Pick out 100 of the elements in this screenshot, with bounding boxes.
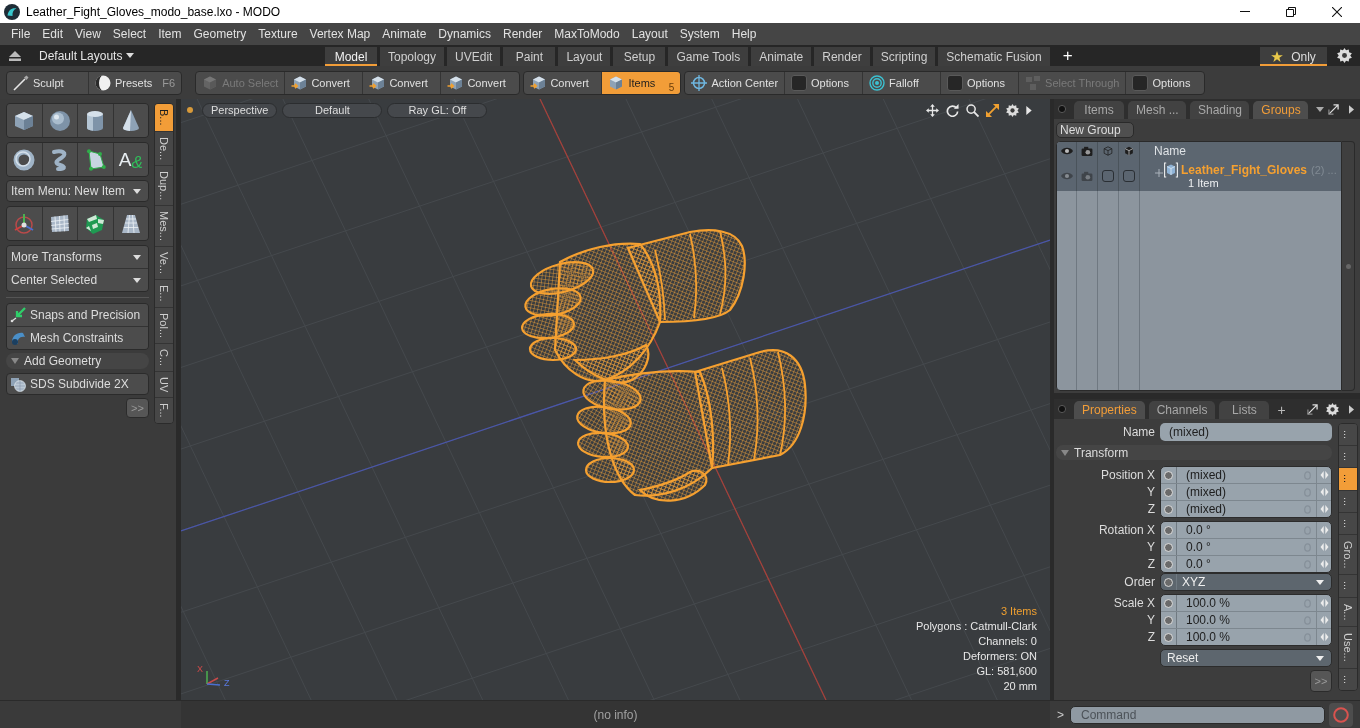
section-header[interactable]: Add Geometry bbox=[6, 353, 149, 369]
menu-item[interactable]: Render bbox=[497, 23, 549, 45]
tool-button[interactable]: SDS Subdivide 2X bbox=[6, 373, 149, 395]
view-button[interactable]: Ray GL: Off bbox=[387, 102, 488, 118]
toolbar-button[interactable]: Action Center bbox=[685, 71, 786, 94]
checkbox[interactable] bbox=[1102, 169, 1114, 182]
menu-item[interactable]: Edit bbox=[36, 23, 70, 45]
panel-tab[interactable]: Mesh ... bbox=[1128, 101, 1186, 119]
menu-item[interactable]: File bbox=[5, 23, 37, 45]
cube-tool-button[interactable] bbox=[7, 104, 42, 137]
sphere-tool-button[interactable] bbox=[42, 104, 77, 137]
panel-tab[interactable]: Channels bbox=[1148, 401, 1216, 419]
settings-icon[interactable] bbox=[1006, 103, 1019, 117]
layout-tab[interactable]: Game Tools bbox=[668, 47, 749, 66]
layout-tab[interactable]: Layout bbox=[558, 47, 611, 66]
eye-icon[interactable] bbox=[1060, 146, 1073, 156]
caret-right-icon[interactable] bbox=[1349, 104, 1354, 114]
layout-tab[interactable]: Paint bbox=[503, 47, 556, 66]
expand-icon[interactable] bbox=[1328, 103, 1339, 115]
cube-outline-icon[interactable] bbox=[1102, 146, 1114, 156]
plus-icon[interactable] bbox=[1155, 168, 1163, 177]
rotate-icon[interactable] bbox=[946, 103, 959, 117]
restore-icon[interactable] bbox=[1286, 6, 1296, 17]
panel-tab[interactable]: Items bbox=[1074, 101, 1124, 119]
toolbar-button[interactable]: Convert bbox=[285, 71, 364, 94]
tool-button[interactable]: Mesh Constraints bbox=[7, 327, 148, 349]
dot-icon[interactable] bbox=[187, 107, 193, 113]
value-field[interactable]: 100.0 % bbox=[1161, 595, 1331, 612]
layout-tab[interactable]: Schematic Fusion bbox=[938, 47, 1050, 66]
layout-tab[interactable]: Model bbox=[325, 47, 377, 66]
circle-icon[interactable] bbox=[1164, 525, 1173, 535]
material-tool-button[interactable] bbox=[78, 207, 113, 240]
filter-toggle[interactable]: Only bbox=[1260, 47, 1327, 66]
menu-item[interactable]: Vertex Map bbox=[303, 23, 377, 45]
grid-tool-button[interactable] bbox=[113, 207, 148, 240]
left-right-arrows-icon[interactable] bbox=[1319, 543, 1329, 551]
panel-tab[interactable]: Groups bbox=[1253, 101, 1308, 119]
tool-button[interactable]: Snaps and Precision bbox=[7, 304, 148, 326]
eject-icon[interactable] bbox=[9, 50, 21, 61]
column-header[interactable]: Name bbox=[1154, 144, 1186, 158]
mesh-tool-button[interactable] bbox=[42, 207, 77, 240]
left-right-arrows-icon[interactable] bbox=[1319, 633, 1329, 641]
value-field[interactable]: 100.0 % bbox=[1161, 612, 1331, 629]
toolbar-button[interactable]: Options bbox=[1126, 71, 1205, 94]
layout-tab[interactable]: Render bbox=[814, 47, 870, 66]
menu-item[interactable]: Geometry bbox=[187, 23, 253, 45]
settings-icon[interactable] bbox=[1326, 402, 1339, 416]
menu-item[interactable]: Item bbox=[152, 23, 188, 45]
item-menu-dropdown[interactable]: Item Menu: New Item bbox=[6, 180, 149, 202]
circle-icon[interactable] bbox=[1164, 598, 1173, 608]
reset-dropdown[interactable]: Reset bbox=[1160, 649, 1332, 667]
caret-down-icon[interactable] bbox=[1316, 106, 1324, 112]
left-right-arrows-icon[interactable] bbox=[1319, 505, 1329, 513]
menu-item[interactable]: Texture bbox=[252, 23, 304, 45]
left-right-arrows-icon[interactable] bbox=[1319, 560, 1329, 568]
caret-right-icon[interactable] bbox=[1026, 105, 1032, 115]
toolbar-button[interactable]: Options bbox=[941, 71, 1020, 94]
value-field[interactable]: (mixed) bbox=[1161, 501, 1331, 517]
value-field[interactable]: (mixed) bbox=[1161, 467, 1331, 484]
value-field[interactable]: 100.0 % bbox=[1161, 629, 1331, 645]
left-right-arrows-icon[interactable] bbox=[1319, 616, 1329, 624]
layout-tab[interactable]: Topology bbox=[380, 47, 445, 66]
value-field[interactable]: 0.0 ° bbox=[1161, 556, 1331, 572]
move-icon[interactable] bbox=[926, 103, 939, 117]
settings-icon[interactable] bbox=[1337, 48, 1352, 63]
section-header[interactable]: Transform bbox=[1056, 445, 1332, 460]
scroll-thumb[interactable] bbox=[1345, 263, 1351, 269]
search-icon[interactable] bbox=[966, 103, 979, 117]
close-icon[interactable] bbox=[1332, 6, 1342, 17]
left-right-arrows-icon[interactable] bbox=[1319, 526, 1329, 534]
menu-item[interactable]: Dynamics bbox=[432, 23, 497, 45]
tube-tool-button[interactable] bbox=[42, 143, 77, 176]
name-field[interactable]: (mixed) bbox=[1160, 423, 1332, 441]
circle-icon[interactable] bbox=[1164, 542, 1173, 552]
glove-wireframe-drawing[interactable] bbox=[576, 349, 807, 502]
toolbar-button[interactable]: Convert bbox=[363, 71, 442, 94]
circle-icon[interactable] bbox=[1164, 632, 1173, 642]
text-tool-button[interactable]: A& bbox=[113, 143, 148, 176]
dropdown-field[interactable]: XYZ bbox=[1161, 574, 1331, 590]
layout-tab[interactable]: Animate bbox=[751, 47, 812, 66]
dot-icon[interactable] bbox=[1058, 405, 1066, 413]
circle-icon[interactable] bbox=[1164, 504, 1173, 514]
dot-icon[interactable] bbox=[1058, 105, 1066, 113]
toolbar-button[interactable]: Falloff bbox=[863, 71, 942, 94]
menu-item[interactable]: View bbox=[69, 23, 107, 45]
menu-item[interactable]: Animate bbox=[376, 23, 433, 45]
value-field[interactable]: (mixed) bbox=[1161, 484, 1331, 501]
cube-icon[interactable] bbox=[1123, 146, 1135, 156]
circle-icon[interactable] bbox=[1164, 470, 1173, 480]
view-button[interactable]: Perspective bbox=[202, 102, 278, 118]
view-button[interactable]: Default bbox=[282, 102, 383, 118]
value-field[interactable]: 0.0 ° bbox=[1161, 539, 1331, 556]
glove-wireframe-drawing[interactable] bbox=[521, 229, 746, 384]
layout-tab[interactable]: Scripting bbox=[872, 47, 936, 66]
menu-item[interactable]: System bbox=[673, 23, 726, 45]
circle-icon[interactable] bbox=[1164, 559, 1173, 569]
caret-right-icon[interactable] bbox=[1349, 404, 1354, 414]
scrollbar-track[interactable] bbox=[1342, 141, 1355, 391]
left-right-arrows-icon[interactable] bbox=[1319, 599, 1329, 607]
toolbar-button[interactable]: Convert bbox=[441, 71, 520, 94]
